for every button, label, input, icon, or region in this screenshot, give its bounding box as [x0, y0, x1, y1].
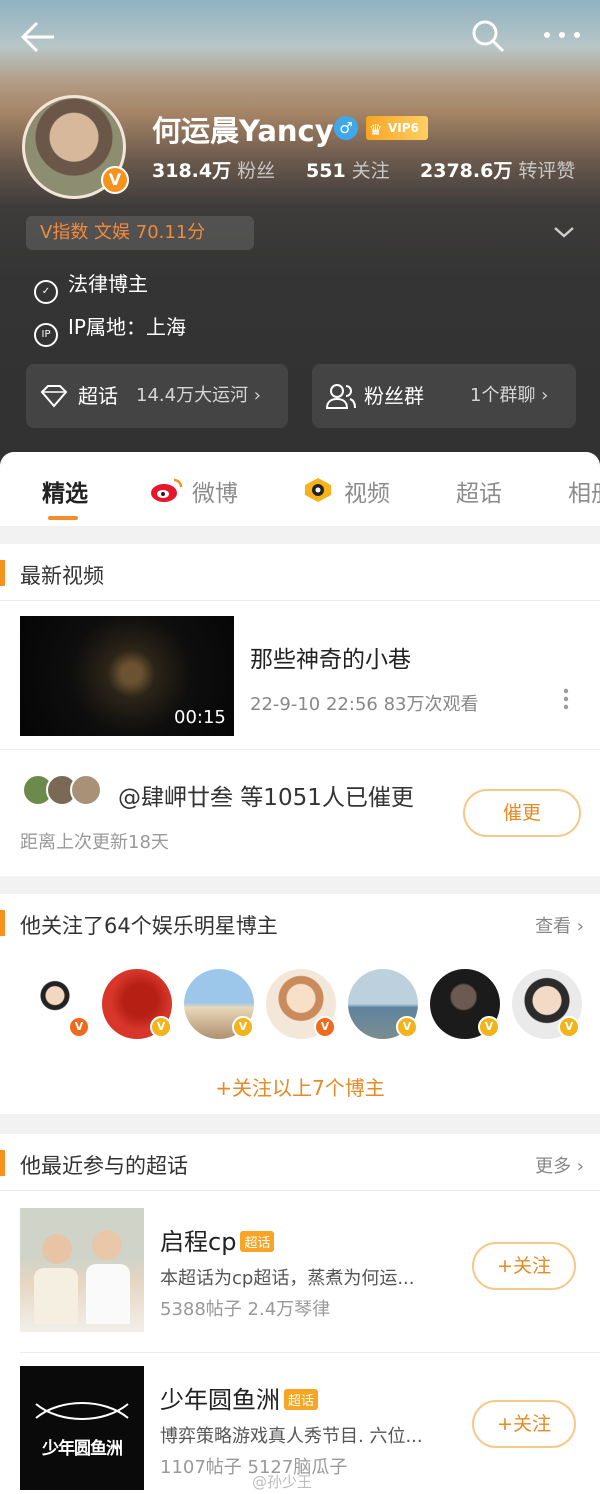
super-topic-pill[interactable]: 超话 14.4万大运河 ›: [26, 364, 288, 428]
person-figure: [34, 1268, 78, 1324]
topic-description: 本超话为cp超话，蒸煮为何运...: [160, 1268, 415, 1289]
verified-badge-icon: V: [232, 1016, 254, 1038]
back-arrow-icon[interactable]: [20, 20, 56, 54]
fan-group-pill[interactable]: 粉丝群 1个群聊 ›: [312, 364, 576, 428]
divider: [0, 600, 600, 601]
verified-badge-icon: V: [314, 1016, 336, 1038]
shield-check-icon: ✓: [34, 280, 58, 304]
diamond-icon: [40, 385, 68, 408]
since-update-text: 距离上次更新18天: [20, 832, 169, 853]
section-accent-bar: [0, 910, 5, 936]
video-title[interactable]: 那些神奇的小巷: [250, 640, 411, 674]
verified-badge-icon: V: [396, 1016, 418, 1038]
v-index-badge[interactable]: V指数 文娱 70.11分: [26, 216, 254, 250]
fan-group-label: 粉丝群: [364, 384, 424, 408]
tab-active-indicator: [48, 516, 78, 520]
gender-male-icon: ♂: [334, 116, 358, 140]
verified-badge-icon: V: [68, 1016, 90, 1038]
super-topic-tag: 超话: [240, 1231, 275, 1252]
urger-avatar: [70, 774, 102, 806]
topic-logo-text: 少年圆鱼洲: [42, 1439, 123, 1459]
tab-album[interactable]: 相册: [568, 474, 600, 508]
person-figure: [42, 1234, 72, 1264]
fan-group-value: 1个群聊 ›: [470, 385, 549, 406]
profile-header: V 何运晨Yancy ♂ ♛ VIP6 318.4万 粉丝 551 关注 2378.…: [0, 0, 600, 470]
section-title-following: 他关注了64个娱乐明星博主: [20, 914, 278, 938]
verified-badge-icon: V: [101, 166, 129, 194]
following-label: 关注: [351, 160, 390, 182]
urge-button[interactable]: 催更: [463, 789, 581, 837]
vip-label: VIP6: [388, 121, 419, 135]
topic-title: 少年圆鱼洲: [160, 1386, 280, 1414]
following-count: 551: [306, 160, 346, 182]
reposts-stat[interactable]: 2378.6万 转评赞: [420, 156, 575, 183]
ip-icon: IP: [34, 323, 58, 347]
person-figure: [92, 1230, 122, 1260]
profile-name: 何运晨Yancy: [152, 114, 334, 148]
reposts-label: 转评赞: [518, 160, 576, 182]
divider: [0, 749, 600, 750]
topic-title-row[interactable]: 启程cp 超话: [160, 1222, 275, 1257]
follow-topic-button[interactable]: +关注: [472, 1242, 576, 1290]
verified-badge-icon: V: [150, 1016, 172, 1038]
divider: [0, 1190, 600, 1191]
divider: [20, 1352, 600, 1353]
followers-count: 318.4万: [152, 160, 232, 182]
topic-image-qicheng[interactable]: [20, 1208, 144, 1332]
section-accent-bar: [0, 1150, 5, 1176]
ip-row: IP IP属地：上海: [34, 311, 186, 347]
tab-featured[interactable]: 精选: [42, 474, 88, 508]
person-figure: [86, 1264, 130, 1324]
verification-row: ✓ 法律博主: [34, 268, 148, 304]
kebab-menu-icon[interactable]: [562, 688, 570, 710]
urge-count-text: @肆岬廿叁 等1051人已催更: [118, 785, 414, 811]
section-title-latest-video: 最新视频: [20, 564, 104, 588]
more-options-icon[interactable]: [542, 28, 582, 42]
topic-image-yuzhou[interactable]: 少年圆鱼洲: [20, 1366, 144, 1490]
search-icon[interactable]: [470, 18, 506, 54]
follow-topic-button[interactable]: +关注: [472, 1400, 576, 1448]
ip-location-text: IP属地：上海: [68, 315, 186, 339]
more-super-topics-link[interactable]: 更多 ›: [535, 1152, 584, 1178]
group-icon: [326, 384, 356, 409]
topic-title: 启程cp: [160, 1228, 237, 1256]
super-topic-value: 14.4万大运河 ›: [136, 385, 261, 406]
fish-logo-icon: [35, 1402, 129, 1420]
super-topic-label: 超话: [78, 384, 118, 408]
verification-text: 法律博主: [68, 272, 148, 296]
tab-bar: 精选 微博 视频 超话 相册: [0, 452, 600, 526]
following-stat[interactable]: 551 关注: [306, 156, 390, 183]
section-accent-bar: [0, 560, 5, 586]
verified-badge-icon: V: [478, 1016, 500, 1038]
topic-description: 博弈策略游戏真人秀节目. 六位...: [160, 1426, 423, 1447]
video-duration: 00:15: [174, 707, 226, 728]
video-eye-icon: [305, 478, 331, 502]
weibo-logo-icon: [151, 478, 183, 502]
section-title-super-topics: 他最近参与的超话: [20, 1154, 188, 1178]
follow-all-button[interactable]: +关注以上7个博主: [0, 1072, 600, 1101]
profile-content: 精选 微博 视频 超话 相册 最新视频 00:15 那些神奇的小巷 22-9-1…: [0, 452, 600, 1494]
verified-badge-icon: V: [558, 1016, 580, 1038]
chevron-down-icon[interactable]: [552, 222, 576, 242]
topic-title-row[interactable]: 少年圆鱼洲 超话: [160, 1380, 319, 1415]
tab-video[interactable]: 视频: [344, 474, 390, 508]
video-meta: 22-9-10 22:56 83万次观看: [250, 694, 479, 715]
reposts-count: 2378.6万: [420, 160, 513, 182]
profile-stats: 318.4万 粉丝 551 关注 2378.6万 转评赞: [152, 156, 582, 184]
tab-super-topic[interactable]: 超话: [456, 474, 502, 508]
followers-label: 粉丝: [237, 160, 276, 182]
vip-badge[interactable]: ♛ VIP6: [366, 116, 428, 140]
topic-meta: 5388帖子 2.4万琴律: [160, 1299, 331, 1320]
followers-stat[interactable]: 318.4万 粉丝: [152, 156, 275, 183]
view-following-link[interactable]: 查看 ›: [535, 912, 584, 938]
super-topic-tag: 超话: [284, 1389, 319, 1410]
watermark: @孙少王: [252, 1473, 313, 1491]
tab-weibo[interactable]: 微博: [192, 474, 238, 508]
top-bar: [0, 14, 600, 60]
crown-icon: ♛: [369, 121, 383, 139]
